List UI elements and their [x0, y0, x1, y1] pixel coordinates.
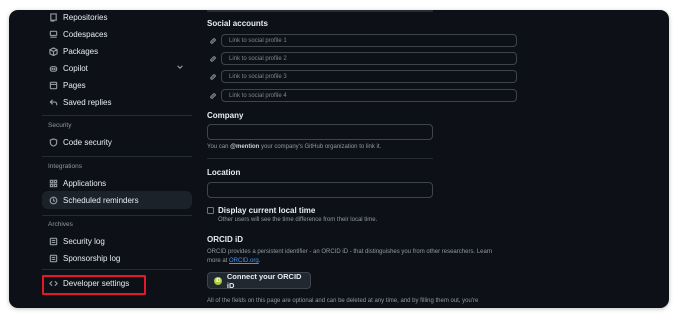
package-icon — [46, 46, 60, 56]
company-input[interactable] — [207, 124, 433, 140]
link-icon — [207, 37, 219, 45]
sidebar-item-label: Sponsorship log — [63, 253, 121, 263]
location-heading: Location — [207, 168, 241, 177]
top-divider — [207, 10, 433, 12]
sidebar-heading-archives: Archives — [48, 221, 73, 228]
sidebar-divider — [42, 156, 192, 157]
social-row: Link to social profile 2 — [207, 52, 517, 65]
sidebar-item-label: Packages — [63, 46, 99, 56]
orcid-icon: iD — [214, 276, 222, 285]
social-link-input-2[interactable]: Link to social profile 2 — [221, 52, 517, 65]
orcid-description: ORCID provides a persistent identifier -… — [207, 249, 493, 255]
local-time-label[interactable]: Display current local time — [218, 206, 315, 215]
chevron-down-icon[interactable] — [176, 63, 184, 73]
highlight-box — [42, 275, 146, 295]
link-icon — [207, 73, 219, 81]
link-icon — [207, 55, 219, 63]
connect-orcid-button[interactable]: iD Connect your ORCID iD — [207, 271, 311, 290]
codespaces-icon — [46, 30, 60, 39]
sidebar-item-repositories[interactable]: Repositories — [42, 10, 192, 26]
settings-sidebar: Repositories Codespaces Packages Copilot… — [42, 10, 192, 308]
local-time-checkbox[interactable] — [207, 207, 214, 214]
section-divider — [207, 158, 433, 159]
log-icon — [46, 254, 60, 263]
sidebar-divider — [42, 269, 192, 270]
sidebar-heading-integrations: Integrations — [48, 163, 82, 170]
social-row: Link to social profile 3 — [207, 70, 517, 83]
orcid-period: . — [258, 258, 261, 264]
company-note-suffix: your company's GitHub organization to li… — [259, 144, 382, 150]
reply-icon — [46, 98, 60, 107]
sidebar-item-code-security[interactable]: Code security — [42, 133, 192, 151]
sidebar-item-sponsorship-log[interactable]: Sponsorship log — [42, 249, 192, 267]
company-note: You can @mention your company's GitHub o… — [207, 143, 381, 152]
profile-form: Social accounts Link to social profile 1… — [207, 10, 557, 308]
clock-icon — [46, 196, 60, 205]
sidebar-item-security-log[interactable]: Security log — [42, 232, 192, 250]
sidebar-divider — [42, 115, 192, 116]
company-heading: Company — [207, 111, 244, 120]
sidebar-item-label: Repositories — [63, 12, 108, 22]
sidebar-divider — [42, 215, 192, 216]
mention-text: @mention — [230, 144, 260, 150]
sidebar-item-codespaces[interactable]: Codespaces — [42, 25, 192, 43]
company-note-prefix: You can — [207, 144, 231, 150]
orcid-link[interactable]: ORCID.org — [229, 258, 259, 264]
sidebar-item-copilot[interactable]: Copilot — [42, 59, 192, 77]
orcid-more-at: more at — [207, 258, 230, 264]
social-row: Link to social profile 1 — [207, 34, 517, 47]
social-link-input-4[interactable]: Link to social profile 4 — [221, 89, 517, 102]
settings-window: Repositories Codespaces Packages Copilot… — [9, 10, 669, 308]
local-time-note: Other users will see the time difference… — [218, 217, 378, 223]
location-input[interactable] — [207, 182, 433, 198]
social-row: Link to social profile 4 — [207, 89, 517, 102]
sidebar-item-pages[interactable]: Pages — [42, 76, 192, 94]
sidebar-item-label: Copilot — [63, 63, 88, 73]
apps-icon — [46, 179, 60, 188]
sidebar-item-scheduled-reminders[interactable]: Scheduled reminders — [42, 191, 192, 209]
social-accounts-heading: Social accounts — [207, 19, 268, 28]
sidebar-item-label: Pages — [63, 80, 86, 90]
sidebar-item-label: Codespaces — [63, 29, 108, 39]
sidebar-item-applications[interactable]: Applications — [42, 174, 192, 192]
sidebar-item-label: Code security — [63, 137, 112, 147]
sidebar-item-label: Scheduled reminders — [63, 195, 139, 205]
log-icon — [46, 237, 60, 246]
repo-icon — [46, 12, 60, 22]
social-link-input-1[interactable]: Link to social profile 1 — [221, 34, 517, 47]
sidebar-heading-security: Security — [48, 122, 72, 129]
optional-fields-note: All of the fields on this page are optio… — [207, 298, 479, 304]
shield-lock-icon — [46, 137, 60, 147]
copilot-icon — [46, 64, 60, 73]
sidebar-item-label: Saved replies — [63, 97, 112, 107]
sidebar-item-label: Applications — [63, 178, 107, 188]
sidebar-item-label: Security log — [63, 236, 105, 246]
link-icon — [207, 92, 219, 100]
browser-icon — [46, 81, 60, 90]
sidebar-item-packages[interactable]: Packages — [42, 42, 192, 60]
social-link-input-3[interactable]: Link to social profile 3 — [221, 70, 517, 83]
orcid-heading: ORCID iD — [207, 235, 243, 244]
sidebar-item-saved-replies[interactable]: Saved replies — [42, 93, 192, 111]
connect-orcid-label: Connect your ORCID iD — [226, 271, 302, 290]
orcid-description-line2: more at ORCID.org. — [207, 257, 260, 266]
